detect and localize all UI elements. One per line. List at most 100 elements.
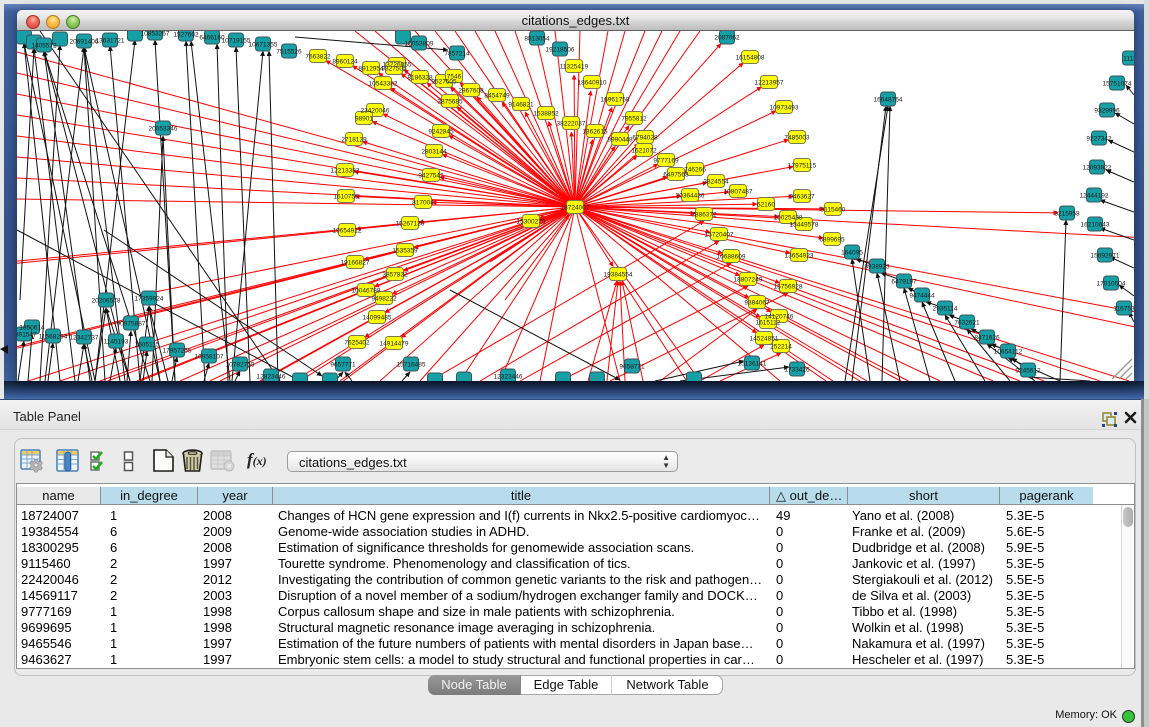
svg-text:19654912: 19654912 <box>333 228 362 235</box>
svg-text:2935114: 2935114 <box>933 306 958 313</box>
svg-text:9329996: 9329996 <box>1094 108 1120 115</box>
svg-text:9146821: 9146821 <box>508 102 534 109</box>
svg-text:7515526: 7515526 <box>276 49 302 56</box>
svg-text:9245612: 9245612 <box>1015 368 1041 375</box>
svg-text:1505115: 1505115 <box>135 342 160 349</box>
svg-text:1850614: 1850614 <box>19 325 45 332</box>
svg-text:10719155: 10719155 <box>222 38 251 45</box>
svg-text:17957255: 17957255 <box>163 348 192 355</box>
svg-text:15720407: 15720407 <box>705 232 734 239</box>
svg-text:116753: 116753 <box>1113 306 1134 313</box>
svg-text:1112: 1112 <box>1123 56 1134 63</box>
svg-text:8471626: 8471626 <box>974 335 1000 342</box>
svg-text:3215958: 3215958 <box>1054 211 1080 218</box>
svg-text:746266: 746266 <box>684 167 706 174</box>
svg-text:10671355: 10671355 <box>249 42 278 49</box>
svg-text:1615112: 1615112 <box>756 320 781 327</box>
svg-text:15136141: 15136141 <box>738 361 767 368</box>
svg-text:14914479: 14914479 <box>380 341 409 348</box>
svg-text:8960124: 8960124 <box>332 59 358 66</box>
svg-text:9327505: 9327505 <box>381 66 407 73</box>
svg-text:9474444: 9474444 <box>909 293 935 300</box>
svg-text:12213382: 12213382 <box>331 168 360 175</box>
svg-text:15692971: 15692971 <box>1091 253 1120 260</box>
svg-text:164095: 164095 <box>841 250 863 257</box>
svg-text:3824554: 3824554 <box>703 179 729 186</box>
svg-text:7857214: 7857214 <box>444 51 470 58</box>
svg-text:2803144: 2803144 <box>421 149 447 156</box>
svg-text:6794028: 6794028 <box>632 135 658 142</box>
svg-text:7886372: 7886372 <box>691 212 717 219</box>
svg-text:38222037: 38222037 <box>557 121 586 128</box>
svg-text:10688609: 10688609 <box>717 254 746 261</box>
svg-text:9427542: 9427542 <box>418 173 444 180</box>
svg-text:7632621: 7632621 <box>954 320 980 327</box>
svg-text:7625402: 7625402 <box>344 340 370 347</box>
svg-text:16648764: 16648764 <box>874 97 903 104</box>
svg-text:17010504: 17010504 <box>1097 281 1126 288</box>
svg-text:6479197: 6479197 <box>891 279 917 286</box>
svg-text:10782759: 10782759 <box>226 362 255 369</box>
svg-text:1145193: 1145193 <box>104 339 129 346</box>
svg-text:16154808: 16154808 <box>736 55 765 62</box>
svg-text:14099485: 14099485 <box>363 315 392 322</box>
svg-text:14524851: 14524851 <box>750 336 779 343</box>
svg-text:8912954: 8912954 <box>358 66 384 73</box>
svg-text:2967608: 2967608 <box>458 88 484 95</box>
svg-text:13654923: 13654923 <box>785 253 814 260</box>
svg-text:10654112: 10654112 <box>994 349 1023 356</box>
svg-text:8186328: 8186328 <box>407 75 433 82</box>
svg-text:10025438: 10025438 <box>774 215 803 222</box>
svg-text:12323446: 12323446 <box>494 374 523 381</box>
svg-text:1362615: 1362615 <box>582 129 608 136</box>
svg-text:9227342: 9227342 <box>1086 136 1112 143</box>
svg-text:18724007: 18724007 <box>561 205 590 212</box>
svg-text:8990448: 8990448 <box>607 137 633 144</box>
svg-text:10543382: 10543382 <box>369 81 398 88</box>
svg-text:12213957: 12213957 <box>755 80 784 87</box>
svg-text:7955812: 7955812 <box>621 116 647 123</box>
svg-text:9657771: 9657771 <box>330 362 356 369</box>
svg-text:1527602: 1527602 <box>173 32 199 39</box>
svg-text:17975115: 17975115 <box>788 163 817 170</box>
svg-text:8813054: 8813054 <box>524 36 550 43</box>
svg-text:1538852: 1538852 <box>533 111 559 118</box>
svg-text:1391547: 1391547 <box>17 332 37 339</box>
svg-text:1733426: 1733426 <box>784 367 810 374</box>
svg-text:13449578: 13449578 <box>790 222 819 229</box>
svg-text:9115460: 9115460 <box>821 207 846 214</box>
svg-text:9463627: 9463627 <box>789 194 815 201</box>
svg-text:16053809: 16053809 <box>405 41 434 48</box>
svg-text:6899695: 6899695 <box>819 237 845 244</box>
svg-text:7546: 7546 <box>447 74 462 81</box>
svg-text:16210643: 16210643 <box>1081 222 1110 229</box>
svg-text:9658771: 9658771 <box>619 364 645 371</box>
svg-text:15756928: 15756928 <box>774 284 803 291</box>
svg-text:12823446: 12823446 <box>257 374 286 381</box>
svg-text:3857832: 3857832 <box>382 272 408 279</box>
svg-text:20691406: 20691406 <box>70 39 99 46</box>
svg-text:15751074: 15751074 <box>1103 81 1132 88</box>
svg-text:20364436: 20364436 <box>676 193 705 200</box>
svg-text:1535359: 1535359 <box>392 248 418 255</box>
svg-text:20206578: 20206578 <box>92 298 121 305</box>
svg-text:18807249: 18807249 <box>734 277 763 284</box>
svg-text:252214: 252214 <box>770 344 792 351</box>
svg-text:7485003: 7485003 <box>784 135 810 142</box>
svg-text:19218506: 19218506 <box>546 47 575 54</box>
svg-text:9777169: 9777169 <box>653 158 679 165</box>
svg-text:11568294: 11568294 <box>39 334 68 341</box>
svg-text:817004: 817004 <box>412 200 434 207</box>
svg-text:20053346: 20053346 <box>149 126 178 133</box>
svg-text:7663822: 7663822 <box>305 54 331 61</box>
svg-text:9498222: 9498222 <box>371 296 397 303</box>
svg-text:15716485: 15716485 <box>397 362 426 369</box>
svg-text:17359924: 17359924 <box>135 296 164 303</box>
svg-text:10046788: 10046788 <box>352 288 381 295</box>
svg-text:3875685: 3875685 <box>437 99 463 106</box>
svg-text:10958107: 10958107 <box>195 354 224 361</box>
svg-text:10853267: 10853267 <box>141 31 170 38</box>
svg-text:1610755: 1610755 <box>333 194 359 201</box>
svg-text:11325419: 11325419 <box>560 64 589 71</box>
svg-text:12342737: 12342737 <box>70 335 99 342</box>
